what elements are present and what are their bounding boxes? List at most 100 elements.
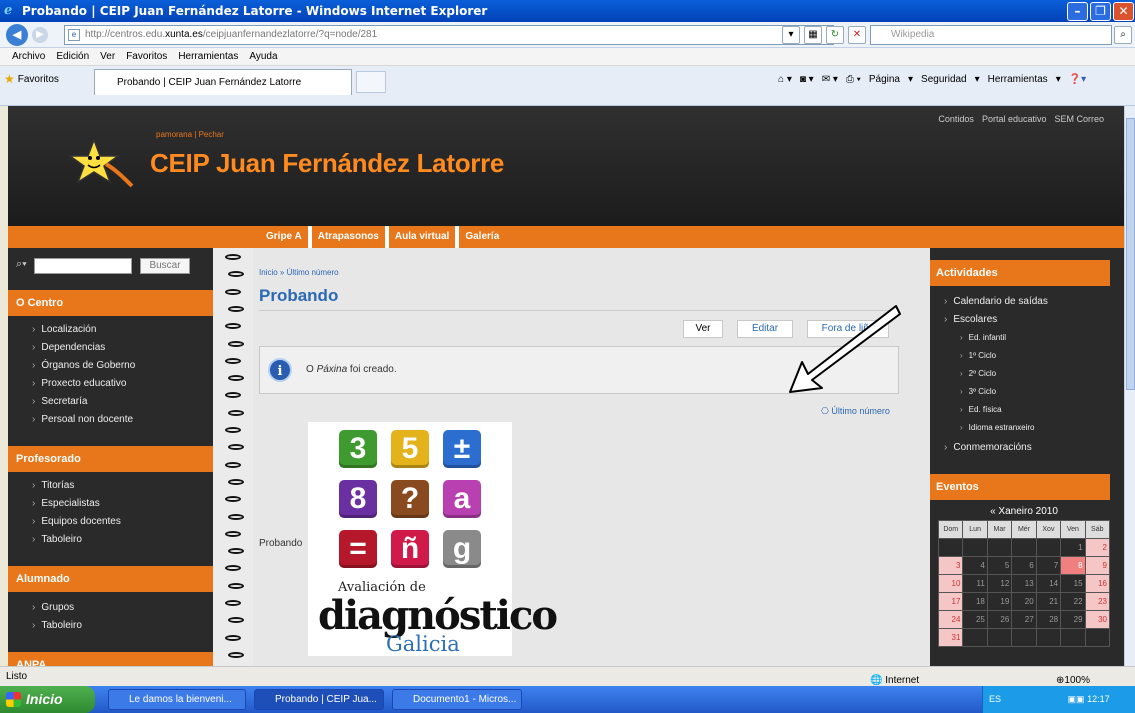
sidebar-item-grupos[interactable]: Grupos (32, 602, 74, 614)
refresh-icon[interactable]: ↻ (826, 26, 844, 44)
calendar-day[interactable]: 26 (987, 611, 1012, 628)
ultimo-numero-link[interactable]: ⎔ Último número (821, 406, 890, 417)
sidebar-item-organos[interactable]: Órganos de Goberno (32, 360, 135, 372)
calendar-day[interactable]: 19 (987, 593, 1012, 610)
logout-link[interactable]: Pechar (199, 130, 224, 139)
calendar-day[interactable]: 29 (1061, 611, 1085, 628)
right-item-3-ciclo[interactable]: 3º Ciclo (960, 387, 996, 396)
link-sem-correo[interactable]: SEM Correo (1054, 114, 1104, 124)
calendar-day[interactable]: 27 (1012, 611, 1036, 628)
menu-herramientas[interactable]: Herramientas (178, 51, 238, 62)
calendar-day[interactable]: 12 (987, 575, 1012, 592)
menu-edicion[interactable]: Edición (56, 51, 89, 62)
sidebar-item-proxecto[interactable]: Proxecto educativo (32, 378, 126, 390)
start-button[interactable]: Inicio (0, 686, 95, 713)
calendar-day[interactable]: 21 (1036, 593, 1061, 610)
sidebar-item-especialistas[interactable]: Especialistas (32, 498, 99, 510)
calendar-day[interactable]: 31 (939, 629, 963, 646)
close-button[interactable]: ✕ (1113, 2, 1134, 21)
sidebar-item-equipos[interactable]: Equipos docentes (32, 516, 121, 528)
home-icon[interactable]: ⌂ ▾ (778, 74, 792, 85)
calendar-month[interactable]: « Xaneiro 2010 (938, 504, 1110, 520)
search-icon[interactable]: ⌕ (1114, 26, 1132, 44)
menu-ver[interactable]: Ver (100, 51, 115, 62)
calendar-day[interactable]: 4 (963, 557, 987, 574)
calendar-day[interactable]: 9 (1085, 557, 1109, 574)
task-probando[interactable]: Probando | CEIP Jua... (254, 689, 384, 710)
back-button[interactable]: ◀ (6, 24, 28, 46)
browser-tab[interactable]: Probando | CEIP Juan Fernández Latorre (94, 69, 352, 95)
calendar-day[interactable]: 2 (1085, 539, 1109, 556)
security-menu[interactable]: Seguridad (921, 74, 967, 85)
forward-button[interactable]: ▶ (32, 27, 48, 43)
task-le-damos[interactable]: Le damos la bienveni... (108, 689, 246, 710)
user-link[interactable]: pamorana (156, 130, 192, 139)
dropdown-icon[interactable]: ▾ (782, 26, 800, 44)
calendar-day[interactable]: 7 (1036, 557, 1061, 574)
favorites-button[interactable]: ★ Favoritos (4, 72, 59, 86)
right-item-calendario[interactable]: Calendario de saídas (944, 296, 1048, 307)
calendar-day[interactable]: 17 (939, 593, 963, 610)
task-documento1[interactable]: Documento1 - Micros... (392, 689, 522, 710)
address-bar[interactable]: e http://centros.edu.xunta.es/ceipjuanfe… (64, 25, 834, 45)
new-tab-button[interactable] (356, 71, 386, 93)
search-field[interactable]: Wikipedia (870, 25, 1112, 45)
calendar-day[interactable]: 1 (1061, 539, 1085, 556)
sidebar-item-taboleiro[interactable]: Taboleiro (32, 534, 82, 546)
menu-favoritos[interactable]: Favoritos (126, 51, 167, 62)
calendar-day[interactable]: 28 (1036, 611, 1061, 628)
language-indicator[interactable]: ES (989, 694, 1001, 704)
menu-archivo[interactable]: Archivo (12, 51, 45, 62)
sidebar-item-localizacion[interactable]: Localización (32, 324, 96, 336)
menu-ayuda[interactable]: Ayuda (249, 51, 277, 62)
calendar-day[interactable]: 14 (1036, 575, 1061, 592)
calendar-day[interactable]: 16 (1085, 575, 1109, 592)
link-portal-educativo[interactable]: Portal educativo (982, 114, 1047, 124)
sidebar-item-secretaria[interactable]: Secretaría (32, 396, 87, 408)
nav-atrapasonos[interactable]: Atrapasonos (312, 226, 389, 248)
stop-icon[interactable]: ✕ (848, 26, 866, 44)
right-item-2-ciclo[interactable]: 2º Ciclo (960, 369, 996, 378)
mail-icon[interactable]: ✉ ▾ (822, 74, 838, 85)
sidebar-item-persoal[interactable]: Persoal non docente (32, 414, 133, 426)
link-contidos[interactable]: Contidos (938, 114, 974, 124)
compat-icon[interactable]: ▦ (804, 26, 822, 44)
breadcrumb[interactable]: Inicio » Último número (259, 268, 339, 277)
calendar-day[interactable]: 18 (963, 593, 987, 610)
right-item-idioma[interactable]: Idioma estranxeiro (960, 423, 1035, 432)
nav-gripe-a[interactable]: Gripe A (260, 226, 312, 248)
sidebar-item-titorias[interactable]: Titorías (32, 480, 74, 492)
minimize-button[interactable]: – (1067, 2, 1088, 21)
calendar-day[interactable]: 25 (963, 611, 987, 628)
sidebar-item-dependencias[interactable]: Dependencias (32, 342, 105, 354)
calendar-day[interactable]: 11 (963, 575, 987, 592)
help-icon[interactable]: ❓▾ (1069, 74, 1086, 85)
calendar-day[interactable]: 30 (1085, 611, 1109, 628)
star-logo[interactable] (54, 136, 134, 188)
vertical-scrollbar[interactable] (1124, 106, 1135, 666)
nav-galeria[interactable]: Galería (459, 226, 505, 248)
calendar-day[interactable]: 10 (939, 575, 963, 592)
calendar-day[interactable]: 5 (987, 557, 1012, 574)
right-item-conmemoracions[interactable]: Conmemoracións (944, 442, 1031, 453)
calendar-day[interactable]: 6 (1012, 557, 1036, 574)
nav-aula-virtual[interactable]: Aula virtual (389, 226, 460, 248)
tab-ver[interactable]: Ver (683, 320, 723, 338)
scrollbar-thumb[interactable] (1126, 118, 1135, 390)
calendar-day[interactable]: 24 (939, 611, 963, 628)
maximize-button[interactable]: ❐ (1090, 2, 1111, 21)
search-button[interactable]: Buscar (140, 258, 190, 274)
calendar-day[interactable]: 22 (1061, 593, 1085, 610)
right-item-ed-fisica[interactable]: Ed. física (960, 405, 1002, 414)
right-item-1-ciclo[interactable]: 1º Ciclo (960, 351, 996, 360)
print-icon[interactable]: ⎙ ▾ (846, 74, 861, 85)
calendar-day[interactable]: 13 (1012, 575, 1036, 592)
site-title[interactable]: CEIP Juan Fernández Latorre (150, 148, 504, 179)
site-search-input[interactable] (34, 258, 132, 274)
page-menu[interactable]: Página (869, 74, 900, 85)
tray-icons[interactable]: ▣▣ (1068, 694, 1085, 704)
calendar-day[interactable]: 20 (1012, 593, 1036, 610)
calendar-day[interactable]: 15 (1061, 575, 1085, 592)
right-item-escolares[interactable]: Escolares (944, 314, 997, 325)
tools-menu[interactable]: Herramientas (988, 74, 1048, 85)
